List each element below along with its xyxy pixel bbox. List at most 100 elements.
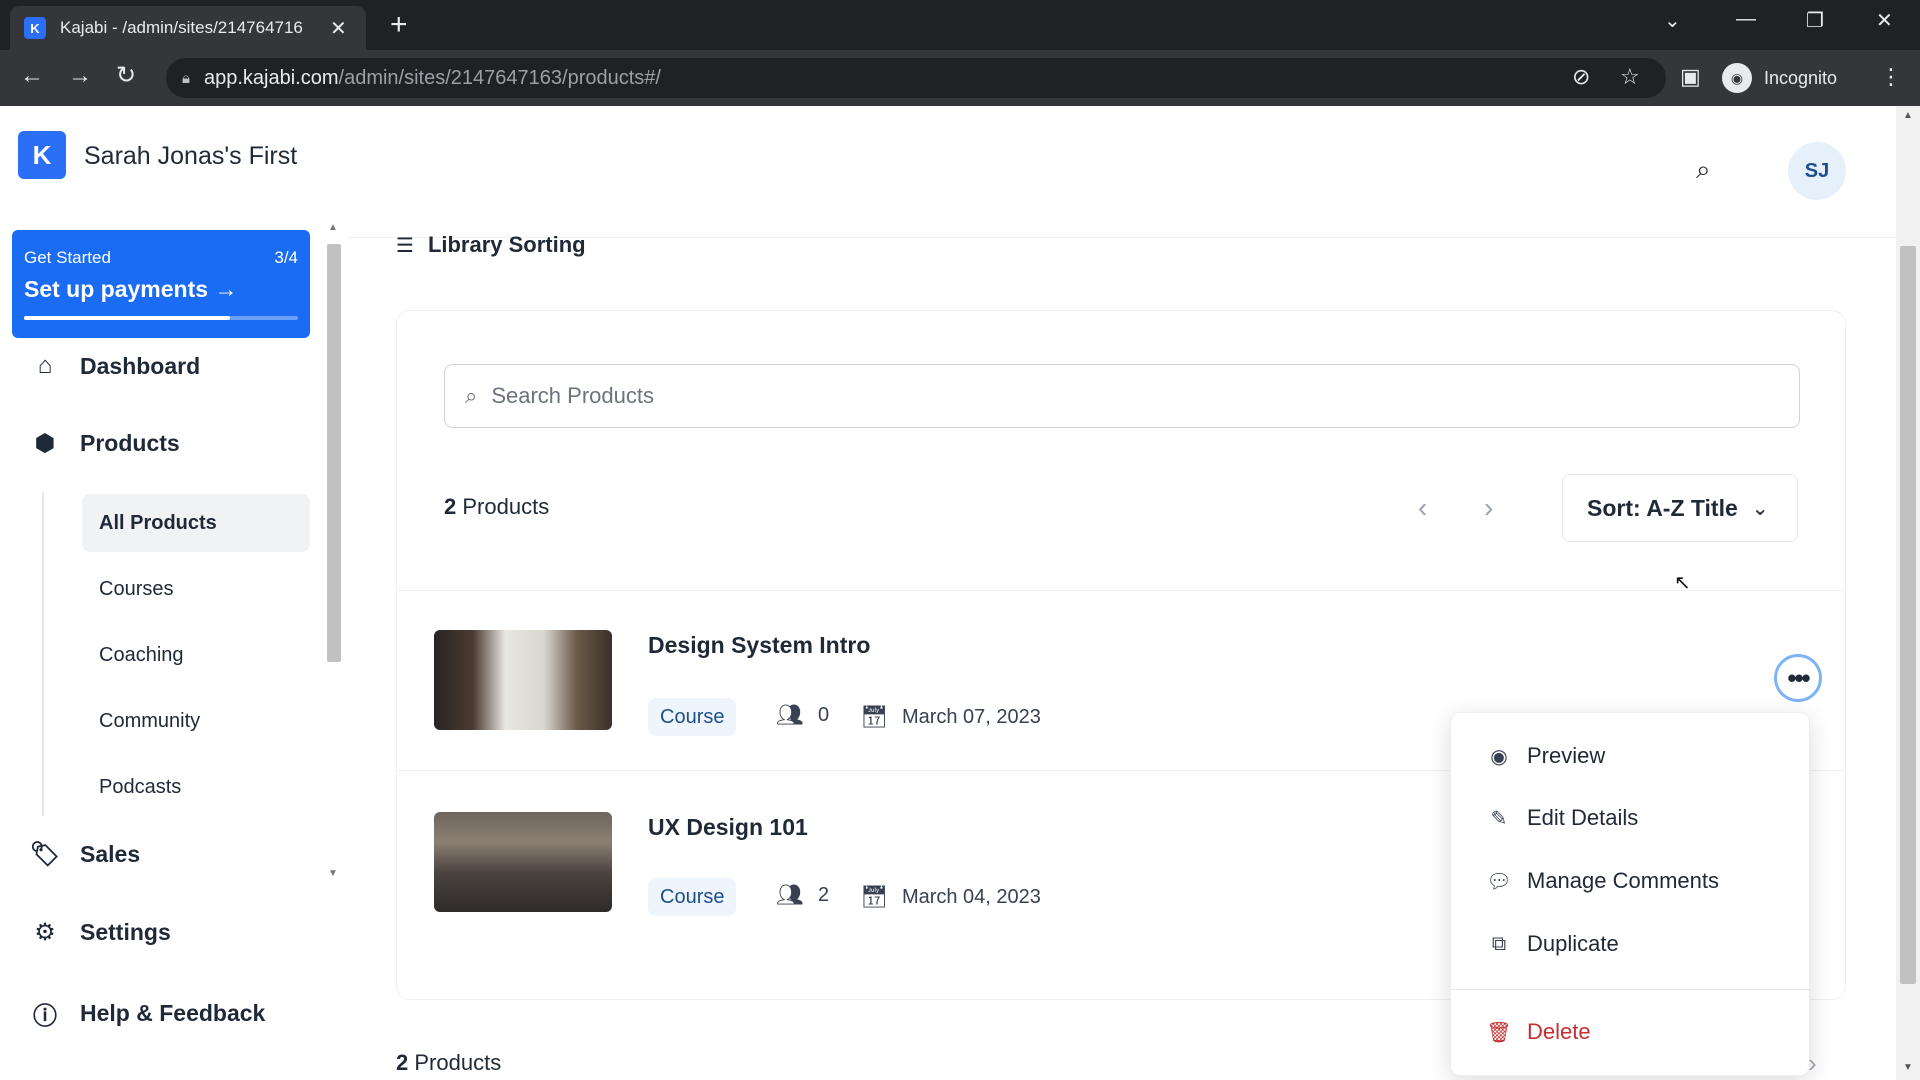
forward-icon[interactable]: → [68, 64, 92, 88]
sidebar-scrollbar[interactable]: ▲ ▼ [323, 222, 345, 884]
box-icon: ⬢ [34, 430, 56, 457]
product-members: 👥︎ 0 [776, 702, 830, 727]
sidebar-item-podcasts[interactable]: Podcasts [82, 758, 310, 816]
product-thumbnail[interactable] [434, 630, 612, 730]
library-sorting-link[interactable]: ☰ Library Sorting [396, 232, 586, 258]
avatar[interactable]: SJ [1788, 142, 1846, 200]
get-started-count: 3/4 [274, 248, 298, 267]
product-type-badge: Course [648, 878, 737, 916]
lock-icon: 🔒︎ [182, 69, 190, 87]
kajabi-favicon-icon: K [24, 17, 46, 39]
url-field[interactable]: 🔒︎ app.kajabi.com/admin/sites/2147647163… [166, 58, 1666, 98]
search-products-input[interactable] [491, 383, 1692, 409]
search-icon[interactable]: ⌕ [1696, 154, 1711, 186]
close-tab-icon[interactable]: ✕ [330, 16, 347, 41]
page-scroll-thumb[interactable] [1900, 246, 1916, 984]
product-type-badge: Course [648, 698, 737, 736]
browser-tab-bar: K Kajabi - /admin/sites/214764716 ✕ + ⌄ … [0, 0, 1920, 50]
product-date: 📅︎ March 04, 2023 [860, 884, 1041, 909]
tab-title: Kajabi - /admin/sites/214764716 [60, 18, 303, 37]
browser-tab[interactable]: K Kajabi - /admin/sites/214764716 ✕ [10, 6, 366, 50]
scroll-up-icon[interactable]: ▲ [328, 222, 338, 233]
sort-label: Sort: A-Z Title [1587, 494, 1738, 521]
calendar-icon: 📅︎ [860, 704, 888, 729]
more-options-button[interactable]: ••• [1774, 654, 1822, 702]
product-title[interactable]: UX Design 101 [648, 814, 808, 841]
site-name[interactable]: Sarah Jonas's First [84, 142, 297, 171]
comment-icon: 💬︎ [1486, 870, 1512, 893]
pencil-icon: ✎ [1490, 807, 1508, 830]
menu-item-delete[interactable]: 🗑︎ Delete [1485, 1019, 1590, 1045]
calendar-icon: 📅︎ [860, 884, 888, 909]
search-products-field[interactable]: ⌕ [444, 364, 1800, 428]
side-panel-icon[interactable]: ▣ [1680, 64, 1701, 90]
scroll-down-icon[interactable]: ▼ [1903, 1062, 1913, 1073]
star-icon[interactable]: ☆ [1620, 64, 1640, 90]
sidebar-item-settings[interactable]: ⚙ Settings [28, 918, 171, 947]
url-host: app.kajabi.com [203, 66, 339, 89]
eye-off-icon[interactable]: ⊘ [1572, 64, 1590, 90]
sidebar-item-sales[interactable]: 🏷︎ Sales [28, 840, 140, 869]
product-members: 👥︎ 2 [776, 882, 830, 907]
library-sorting-label: Library Sorting [427, 232, 586, 257]
sidebar-scroll-thumb[interactable] [327, 244, 341, 662]
next-page-icon[interactable]: › [1484, 492, 1493, 524]
menu-item-duplicate[interactable]: ⧉ Duplicate [1485, 931, 1619, 957]
sidebar-item-label: Products [80, 430, 180, 456]
submenu-line [42, 492, 44, 816]
sidebar-item-all-products[interactable]: All Products [82, 494, 310, 552]
sidebar-item-label: Sales [80, 841, 141, 867]
get-started-banner[interactable]: Get Started 3/4 Set up payments → [12, 230, 310, 338]
chevron-down-icon: ⌄ [1751, 497, 1769, 520]
menu-item-edit-details[interactable]: ✎ Edit Details [1485, 805, 1639, 831]
address-bar: ← → ↻ 🔒︎ app.kajabi.com/admin/sites/2147… [0, 50, 1920, 106]
menu-divider [1451, 989, 1811, 990]
sidebar-item-label: Dashboard [80, 352, 201, 379]
tab-search-chevron-icon[interactable]: ⌄ [1664, 8, 1681, 33]
product-date: 📅︎ March 07, 2023 [860, 704, 1041, 729]
sidebar-item-courses[interactable]: Courses [82, 560, 310, 618]
sidebar-item-coaching[interactable]: Coaching [82, 626, 310, 684]
sidebar-item-help[interactable]: ⓘ Help & Feedback [28, 996, 265, 1031]
reload-icon[interactable]: ↻ [116, 64, 136, 88]
top-header: ⌕ SJ [348, 106, 1896, 238]
users-icon: 👥︎ [776, 882, 804, 907]
sidebar: K Sarah Jonas's First Get Started 3/4 Se… [0, 106, 348, 1080]
browser-menu-icon[interactable]: ⋮ [1880, 64, 1902, 90]
sidebar-item-dashboard[interactable]: ⌂ Dashboard [28, 352, 200, 380]
product-thumbnail[interactable] [434, 812, 612, 912]
home-icon: ⌂ [37, 352, 53, 379]
menu-item-manage-comments[interactable]: 💬︎ Manage Comments [1485, 868, 1719, 894]
page-scrollbar[interactable]: ▲ ▼ [1896, 106, 1920, 1080]
sidebar-item-label: Settings [80, 919, 171, 945]
kajabi-logo-icon[interactable]: K [18, 131, 66, 179]
gear-icon: ⚙ [34, 919, 56, 946]
get-started-title: Set up payments → [24, 276, 238, 302]
get-started-progress [24, 316, 298, 320]
restore-icon[interactable]: ❐ [1806, 8, 1824, 33]
new-tab-icon[interactable]: + [390, 10, 408, 40]
minimize-icon[interactable]: — [1736, 8, 1756, 31]
sidebar-item-products[interactable]: ⬢ Products [28, 429, 180, 458]
sidebar-item-community[interactable]: Community [82, 692, 310, 750]
product-title[interactable]: Design System Intro [648, 632, 870, 659]
url-path: /admin/sites/2147647163/products#/ [338, 66, 661, 89]
incognito-indicator[interactable]: ◉ Incognito [1722, 58, 1837, 98]
sidebar-item-label: Help & Feedback [80, 1000, 266, 1026]
eye-icon: ◉ [1490, 745, 1508, 768]
scroll-down-icon[interactable]: ▼ [328, 868, 338, 879]
get-started-progress-fill [24, 316, 230, 320]
close-window-icon[interactable]: ✕ [1876, 8, 1893, 33]
products-count: 2 Products [444, 494, 550, 519]
menu-item-preview[interactable]: ◉ Preview [1485, 743, 1605, 769]
product-actions-menu: ◉ Preview ✎ Edit Details 💬︎ Manage Comme… [1450, 712, 1811, 1076]
back-icon[interactable]: ← [20, 64, 44, 88]
users-icon: 👥︎ [776, 702, 804, 727]
bottom-next-page-icon[interactable]: › [1808, 1048, 1817, 1079]
sort-dropdown[interactable]: Sort: A-Z Title ⌄ [1562, 474, 1798, 542]
arrow-right-icon: → [214, 276, 238, 302]
prev-page-icon[interactable]: ‹ [1418, 492, 1427, 524]
question-icon: ⓘ [33, 1003, 57, 1030]
divider [398, 590, 1844, 591]
scroll-up-icon[interactable]: ▲ [1903, 110, 1913, 121]
